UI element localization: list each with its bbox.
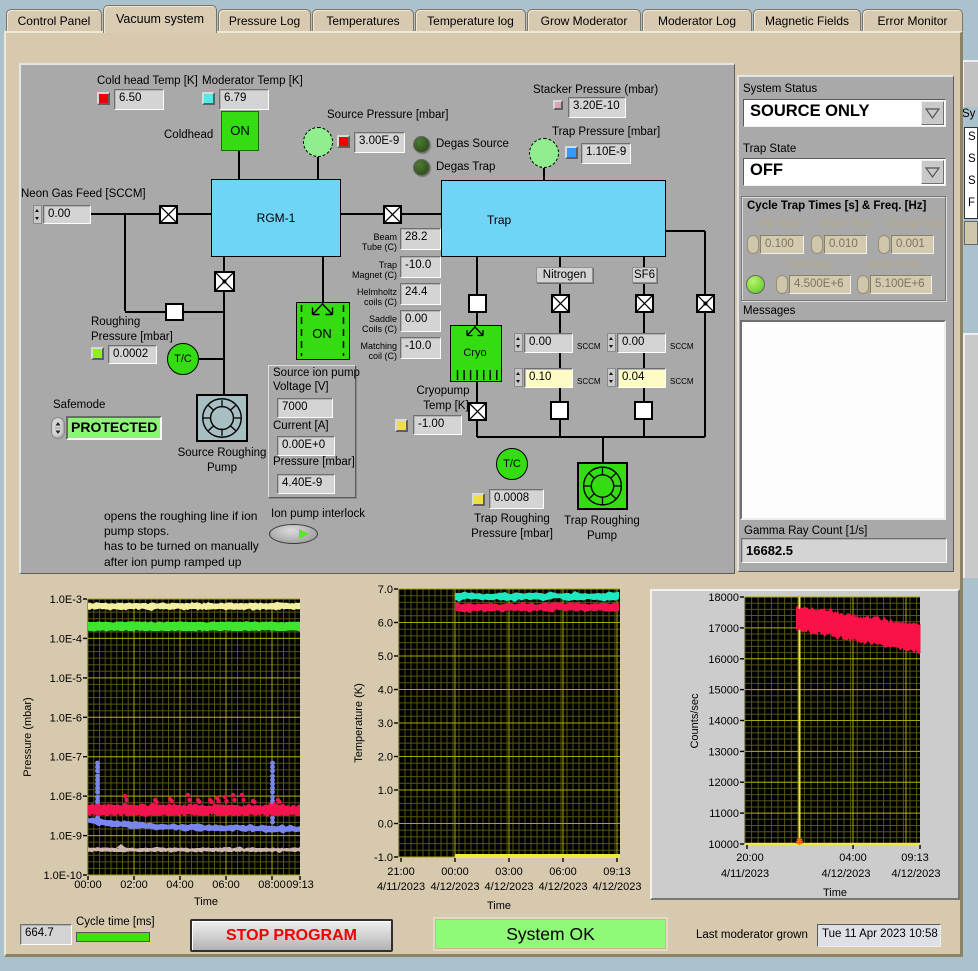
svg-text:4/12/2023: 4/12/2023 [539,881,588,893]
svg-text:09:13: 09:13 [286,879,314,891]
svg-text:1.0E-9: 1.0E-9 [50,831,82,843]
svg-text:04:00: 04:00 [166,879,194,891]
svg-text:00:00: 00:00 [74,879,102,891]
svg-text:1.0: 1.0 [378,785,393,797]
svg-text:1.0E-4: 1.0E-4 [50,633,82,645]
svg-text:11000: 11000 [709,808,739,820]
svg-text:Cryo: Cryo [463,347,486,359]
svg-text:13000: 13000 [708,746,739,758]
svg-text:Temperature (K): Temperature (K) [353,683,365,762]
svg-text:21:00: 21:00 [387,866,415,878]
svg-text:1.0E-7: 1.0E-7 [50,752,82,764]
svg-text:Time: Time [487,900,511,912]
svg-text:5.0: 5.0 [378,651,393,663]
svg-text:4/12/2023: 4/12/2023 [892,868,941,880]
svg-text:04:00: 04:00 [839,852,867,864]
svg-text:12000: 12000 [708,777,739,789]
svg-text:15000: 15000 [708,685,739,697]
svg-text:ON: ON [312,326,332,341]
svg-text:02:00: 02:00 [120,879,148,891]
svg-text:08:00: 08:00 [258,879,286,891]
svg-text:1.0E-3: 1.0E-3 [50,594,82,606]
svg-text:6.0: 6.0 [378,618,393,630]
svg-text:14000: 14000 [708,716,739,728]
svg-text:1.0E-6: 1.0E-6 [50,712,82,724]
svg-text:20:00: 20:00 [736,852,764,864]
svg-text:4.0: 4.0 [378,685,393,697]
svg-text:3.0: 3.0 [378,718,393,730]
svg-text:-1.0: -1.0 [374,852,393,864]
svg-text:03:00: 03:00 [495,866,523,878]
svg-text:2.0: 2.0 [378,752,393,764]
svg-text:4/11/2023: 4/11/2023 [377,881,425,893]
svg-text:09:13: 09:13 [603,866,631,878]
svg-text:1.0E-8: 1.0E-8 [50,791,82,803]
svg-text:7.0: 7.0 [378,584,393,596]
svg-text:10000: 10000 [708,839,739,851]
svg-text:06:00: 06:00 [212,879,240,891]
svg-text:09:13: 09:13 [901,852,929,864]
svg-text:4/12/2023: 4/12/2023 [822,868,871,880]
svg-text:00:00: 00:00 [441,866,469,878]
svg-text:4/12/2023: 4/12/2023 [485,881,534,893]
svg-text:18000: 18000 [708,592,739,604]
svg-text:4/12/2023: 4/12/2023 [431,881,480,893]
svg-text:4/12/2023: 4/12/2023 [593,881,642,893]
svg-text:4/11/2023: 4/11/2023 [721,868,769,880]
svg-text:0.0: 0.0 [378,819,393,831]
svg-text:Time: Time [194,896,218,908]
svg-text:1.0E-5: 1.0E-5 [50,673,82,685]
svg-text:Counts/sec: Counts/sec [689,693,701,749]
svg-text:06:00: 06:00 [549,866,577,878]
svg-text:Pressure (mbar): Pressure (mbar) [22,697,34,776]
svg-text:Time: Time [823,887,847,899]
svg-text:16000: 16000 [708,654,739,666]
svg-text:17000: 17000 [708,623,739,635]
